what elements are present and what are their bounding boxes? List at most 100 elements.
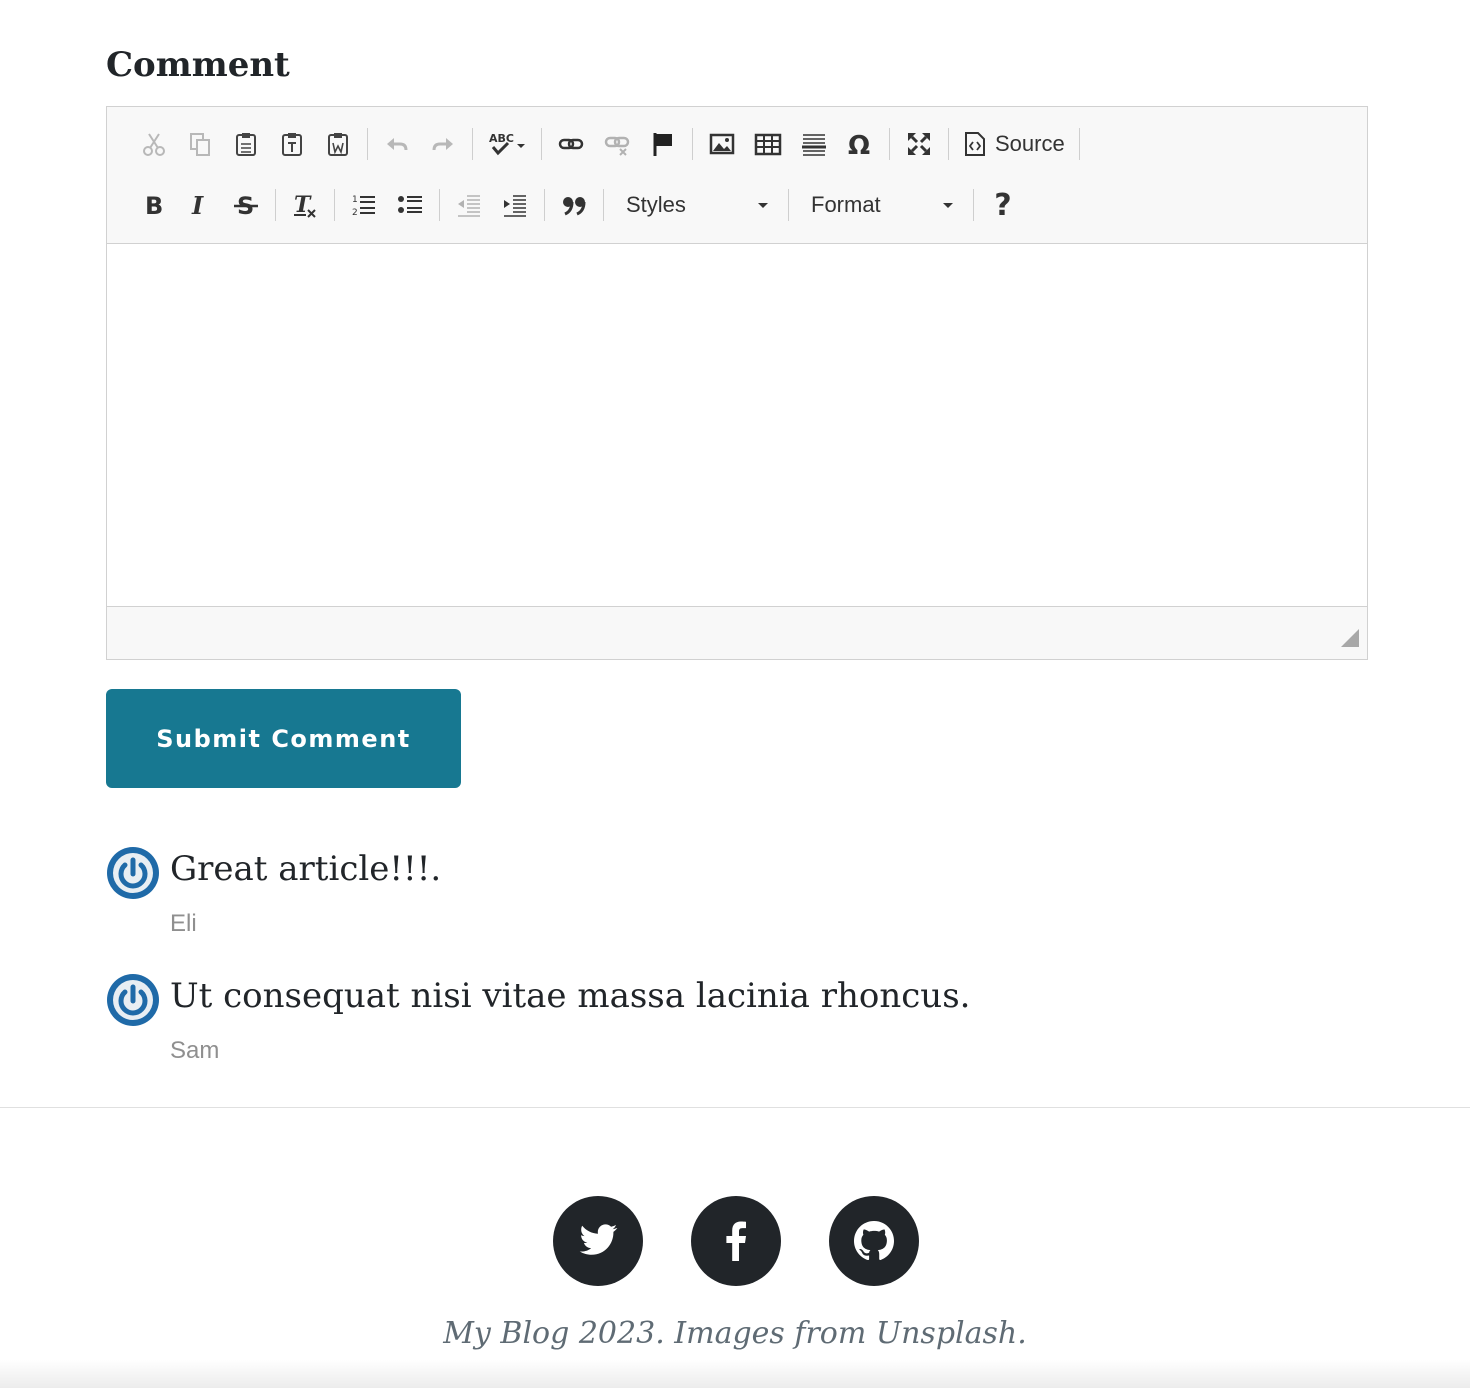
copy-button[interactable] xyxy=(177,124,223,164)
toolbar-separator xyxy=(948,128,949,160)
toolbar-separator xyxy=(692,128,693,160)
image-icon xyxy=(709,133,735,155)
image-button[interactable] xyxy=(699,124,745,164)
cut-icon xyxy=(143,133,165,156)
page-bottom-shadow xyxy=(0,1360,1470,1388)
format-dropdown[interactable]: Format xyxy=(795,185,967,225)
outdent-icon xyxy=(458,195,480,217)
paste-text-button[interactable] xyxy=(269,124,315,164)
footer-copyright: My Blog 2023. Images from Unsplash. xyxy=(443,1316,1027,1351)
toolbar-separator xyxy=(472,128,473,160)
indent-button[interactable] xyxy=(492,185,538,225)
resize-grip-icon[interactable] xyxy=(1341,629,1359,647)
toolbar-separator xyxy=(1078,128,1080,160)
submit-comment-button[interactable]: Submit Comment xyxy=(106,689,461,788)
twitter-icon xyxy=(579,1224,618,1255)
comment-author: Eli xyxy=(170,910,197,937)
toolbar-separator xyxy=(367,128,368,160)
svg-text:B: B xyxy=(145,192,163,219)
strikethrough-icon: S xyxy=(234,192,258,219)
svg-text:2: 2 xyxy=(352,208,358,218)
bulleted-list-button[interactable] xyxy=(387,185,433,225)
styles-label: Styles xyxy=(626,192,686,217)
remove-format-icon: T xyxy=(294,192,316,218)
help-icon: ? xyxy=(994,187,1012,223)
comment-text: Great article!!!. xyxy=(170,849,442,889)
comment-text: Ut consequat nisi vitae massa lacinia rh… xyxy=(170,976,971,1016)
unlink-icon xyxy=(604,136,630,156)
github-icon xyxy=(854,1221,894,1261)
toolbar-row-2: B I S T 12 Styles Format ? xyxy=(131,181,1026,229)
blockquote-button[interactable] xyxy=(551,185,597,225)
remove-format-button[interactable]: T xyxy=(282,185,328,225)
chevron-down-icon xyxy=(943,202,953,208)
spellcheck-button[interactable]: ABC xyxy=(479,124,535,164)
paste-text-icon xyxy=(282,133,302,156)
numbered-list-button[interactable]: 12 xyxy=(341,185,387,225)
horizontal-line-button[interactable] xyxy=(791,124,837,164)
toolbar-separator xyxy=(334,189,335,221)
svg-text:1: 1 xyxy=(352,195,358,205)
bold-button[interactable]: B xyxy=(131,185,177,225)
spellcheck-icon: ABC xyxy=(489,132,525,156)
anchor-button[interactable] xyxy=(640,124,686,164)
svg-text:Ω: Ω xyxy=(848,131,870,158)
undo-button[interactable] xyxy=(374,124,420,164)
comment-author: Sam xyxy=(170,1037,220,1064)
github-link[interactable] xyxy=(829,1196,919,1286)
toolbar-separator xyxy=(788,189,789,221)
toolbar-separator xyxy=(439,189,440,221)
styles-dropdown[interactable]: Styles xyxy=(610,185,782,225)
bulleted-list-icon xyxy=(398,196,422,213)
editor-bottom-divider xyxy=(107,606,1367,607)
facebook-icon xyxy=(726,1221,746,1261)
maximize-icon xyxy=(908,133,930,155)
copy-icon xyxy=(190,133,210,156)
rich-text-editor: ABC Ω Source B I S T 1 2 Styles Format ? xyxy=(106,106,1368,660)
format-label: Format xyxy=(811,192,881,217)
table-button[interactable] xyxy=(745,124,791,164)
paste-from-word-icon xyxy=(328,133,348,156)
editor-content-area[interactable] xyxy=(107,244,1367,606)
omega-icon: Ω xyxy=(848,131,870,158)
facebook-link[interactable] xyxy=(691,1196,781,1286)
maximize-button[interactable] xyxy=(896,124,942,164)
table-icon xyxy=(754,133,782,156)
comment-heading: Comment xyxy=(106,45,290,85)
toolbar-separator xyxy=(541,128,542,160)
italic-button[interactable]: I xyxy=(177,185,223,225)
undo-icon xyxy=(387,138,408,151)
toolbar-separator xyxy=(544,189,545,221)
strikethrough-button[interactable]: S xyxy=(223,185,269,225)
indent-icon xyxy=(504,195,526,217)
paste-from-word-button[interactable] xyxy=(315,124,361,164)
special-char-button[interactable]: Ω xyxy=(837,124,883,164)
quote-icon xyxy=(563,197,586,216)
unlink-button[interactable] xyxy=(594,124,640,164)
footer-divider xyxy=(0,1107,1470,1108)
svg-text:ABC: ABC xyxy=(489,132,514,145)
flag-icon xyxy=(653,133,672,156)
outdent-button[interactable] xyxy=(446,185,492,225)
cut-button[interactable] xyxy=(131,124,177,164)
bold-icon: B xyxy=(145,192,163,219)
source-button[interactable]: Source xyxy=(955,124,1073,164)
redo-icon xyxy=(432,138,453,151)
numbered-list-icon: 12 xyxy=(352,195,375,218)
horizontal-line-icon xyxy=(802,134,826,156)
source-icon xyxy=(965,132,985,156)
help-button[interactable]: ? xyxy=(980,185,1026,225)
link-button[interactable] xyxy=(548,124,594,164)
toolbar-separator xyxy=(889,128,890,160)
link-icon xyxy=(558,138,584,150)
avatar xyxy=(107,847,159,899)
svg-text:I: I xyxy=(191,191,204,219)
paste-button[interactable] xyxy=(223,124,269,164)
toolbar-row-1: ABC Ω Source xyxy=(131,120,1086,168)
source-label: Source xyxy=(995,131,1065,156)
paste-icon xyxy=(236,133,256,156)
redo-button[interactable] xyxy=(420,124,466,164)
twitter-link[interactable] xyxy=(553,1196,643,1286)
toolbar-separator xyxy=(275,189,276,221)
toolbar-separator xyxy=(973,189,974,221)
